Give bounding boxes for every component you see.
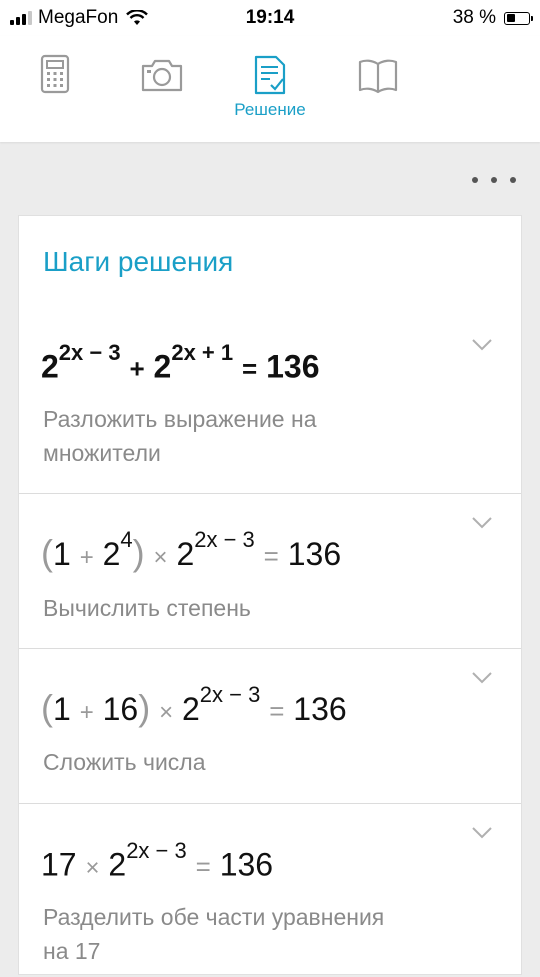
battery-percent: 38 % — [452, 7, 496, 28]
status-right: 38 % — [452, 7, 533, 29]
tab-solution-label: Решение — [234, 100, 306, 119]
step-description: Разложить выражение на множители — [43, 406, 317, 466]
tab-calculator[interactable] — [15, 54, 95, 134]
step-item-2[interactable]: (1 + 24) × 22x − 3 = 136 Вычислить степе… — [19, 493, 521, 649]
step-item-4[interactable]: 17 × 22x − 3 = 136 Разделить обе части у… — [19, 803, 521, 977]
chevron-down-icon[interactable] — [471, 826, 493, 840]
more-options-button[interactable] — [472, 170, 516, 190]
step-description: Разделить обе части уравнения на 17 — [43, 904, 385, 964]
tab-bar: Решение — [0, 36, 540, 142]
tab-book[interactable] — [338, 54, 418, 134]
camera-icon — [141, 59, 183, 92]
battery-icon — [504, 11, 533, 25]
calculator-icon — [40, 54, 70, 94]
step-item-1[interactable]: 22x − 3 + 22x + 1 = 136 Разложить выраже… — [19, 316, 521, 493]
step-formula: (1 + 16) × 22x − 3 = 136 — [41, 682, 347, 728]
step-description: Вычислить степень — [43, 595, 251, 621]
step-formula: 17 × 22x − 3 = 136 — [41, 838, 274, 883]
dot-icon — [510, 177, 516, 183]
chevron-down-icon[interactable] — [471, 671, 493, 685]
step-description: Сложить числа — [43, 749, 206, 775]
step-item-3[interactable]: (1 + 16) × 22x − 3 = 136 Сложить числа — [19, 648, 521, 804]
chevron-down-icon[interactable] — [471, 338, 493, 352]
status-bar: MegaFon 19:14 38 % — [0, 0, 540, 36]
step-formula: 22x − 3 + 22x + 1 = 136 — [41, 340, 320, 385]
tab-solution[interactable]: Решение — [230, 54, 310, 134]
tab-camera[interactable] — [122, 54, 202, 134]
solution-document-icon — [254, 55, 286, 95]
solution-steps-card: Шаги решения 22x − 3 + 22x + 1 = 136 Раз… — [18, 215, 522, 975]
dot-icon — [491, 177, 497, 183]
dot-icon — [472, 177, 478, 183]
chevron-down-icon[interactable] — [471, 516, 493, 530]
step-formula: (1 + 24) × 22x − 3 = 136 — [41, 527, 342, 573]
book-icon — [358, 59, 398, 94]
card-title: Шаги решения — [43, 246, 234, 277]
